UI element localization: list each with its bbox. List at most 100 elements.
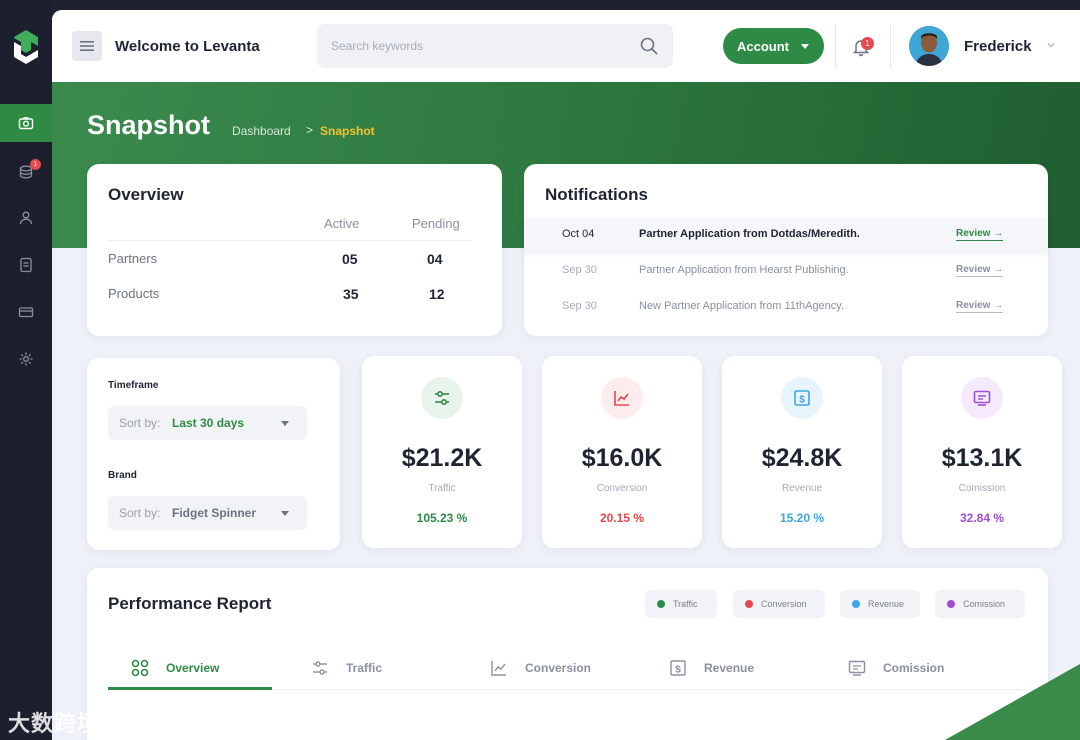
chart-line-icon bbox=[614, 391, 629, 406]
sidebar-badge: 1 bbox=[30, 159, 41, 170]
tab-overview[interactable]: Overview bbox=[131, 648, 219, 688]
brand-select[interactable]: Sort by: Fidget Spinner bbox=[108, 496, 307, 530]
caret-down-icon bbox=[281, 511, 289, 516]
notification-row[interactable]: Sep 30 Partner Application from Hearst P… bbox=[524, 254, 1048, 288]
legend-label: Comission bbox=[963, 599, 1006, 609]
document-icon bbox=[20, 257, 32, 273]
tab-label: Traffic bbox=[346, 661, 383, 675]
review-link[interactable]: Review → bbox=[956, 300, 1004, 313]
breadcrumb-current: Snapshot bbox=[320, 124, 375, 138]
breadcrumb-separator: > bbox=[306, 123, 314, 137]
stat-icon-wrap bbox=[961, 377, 1003, 419]
search-icon[interactable] bbox=[639, 36, 659, 56]
notification-text: Partner Application from Dotdas/Meredith… bbox=[639, 228, 860, 240]
stat-percent: 15.20 % bbox=[779, 511, 825, 525]
review-label: Review bbox=[956, 228, 991, 239]
stat-percent: 20.15 % bbox=[599, 511, 645, 525]
notification-date: Sep 30 bbox=[562, 300, 597, 312]
legend-dot bbox=[657, 600, 665, 608]
sidebar: 1 bbox=[0, 0, 52, 740]
tab-traffic[interactable]: Traffic bbox=[311, 648, 382, 688]
column-header-active: Active bbox=[324, 216, 360, 231]
timeframe-value: Last 30 days bbox=[172, 416, 245, 430]
performance-title: Performance Report bbox=[108, 594, 272, 613]
notification-date: Sep 30 bbox=[562, 264, 597, 276]
arrow-right-icon: → bbox=[993, 264, 1004, 275]
overview-pending-value: 12 bbox=[429, 286, 445, 302]
sidebar-item-settings[interactable] bbox=[0, 340, 52, 378]
stat-value: $13.1K bbox=[941, 444, 1023, 472]
monitor-icon bbox=[973, 390, 991, 406]
overview-title: Overview bbox=[108, 185, 184, 204]
caret-down-icon bbox=[281, 421, 289, 426]
levanta-logo[interactable] bbox=[14, 30, 38, 64]
tab-label: Comission bbox=[883, 661, 945, 675]
sidebar-item-snapshot[interactable] bbox=[0, 104, 52, 142]
menu-button[interactable] bbox=[72, 31, 102, 61]
legend-item-conversion[interactable]: Conversion bbox=[733, 590, 825, 618]
search-bar[interactable] bbox=[317, 24, 673, 68]
legend-item-comission[interactable]: Comission bbox=[935, 590, 1025, 618]
legend-dot bbox=[745, 600, 753, 608]
decorative-corner bbox=[945, 664, 1080, 740]
legend-label: Revenue bbox=[868, 599, 905, 609]
breadcrumb-dashboard[interactable]: Dashboard bbox=[232, 124, 291, 138]
arrow-right-icon: → bbox=[993, 228, 1004, 239]
notification-row[interactable]: Sep 30 New Partner Application from 11th… bbox=[524, 290, 1048, 324]
filter-card: Timeframe Sort by: Last 30 days Brand So… bbox=[87, 358, 340, 550]
overview-active-value: 35 bbox=[343, 286, 359, 302]
account-button[interactable]: Account bbox=[723, 28, 824, 64]
overview-row-label: Partners bbox=[108, 251, 158, 266]
overview-active-value: 05 bbox=[342, 251, 358, 267]
welcome-title: Welcome to Levanta bbox=[115, 38, 260, 55]
legend-item-revenue[interactable]: Revenue bbox=[840, 590, 920, 618]
tab-revenue[interactable]: $ Revenue bbox=[669, 648, 754, 688]
notification-row[interactable]: Oct 04 Partner Application from Dotdas/M… bbox=[524, 218, 1048, 252]
user-name: Frederick bbox=[964, 38, 1032, 55]
review-label: Review bbox=[956, 300, 991, 311]
divider bbox=[835, 24, 836, 68]
legend-item-traffic[interactable]: Traffic bbox=[645, 590, 717, 618]
stat-value: $16.0K bbox=[581, 444, 663, 472]
sidebar-item-products[interactable]: 1 bbox=[0, 153, 52, 191]
chart-line-icon bbox=[491, 661, 506, 676]
sidebar-item-reports[interactable] bbox=[0, 246, 52, 284]
stat-card-comission[interactable]: $13.1K Comission 32.84 % bbox=[902, 356, 1062, 548]
avatar[interactable] bbox=[909, 26, 949, 66]
tab-conversion[interactable]: Conversion bbox=[490, 648, 591, 688]
stat-value: $24.8K bbox=[761, 444, 843, 472]
timeframe-select[interactable]: Sort by: Last 30 days bbox=[108, 406, 307, 440]
notification-date: Oct 04 bbox=[562, 228, 595, 240]
search-input[interactable] bbox=[331, 36, 621, 56]
dollar-icon: $ bbox=[794, 390, 810, 406]
performance-report-card: Performance Report Traffic Conversion Re… bbox=[87, 568, 1048, 740]
monitor-icon bbox=[848, 660, 866, 676]
stat-icon-wrap bbox=[421, 377, 463, 419]
card-icon bbox=[18, 307, 34, 318]
brand-label: Brand bbox=[108, 470, 137, 481]
stat-card-revenue[interactable]: $ $24.8K Revenue 15.20 % bbox=[722, 356, 882, 548]
user-avatar-image bbox=[909, 26, 949, 66]
column-header-pending: Pending bbox=[412, 216, 460, 231]
review-link[interactable]: Review → bbox=[956, 228, 1004, 241]
sidebar-item-payments[interactable] bbox=[0, 293, 52, 331]
sliders-icon bbox=[435, 390, 449, 406]
divider bbox=[890, 24, 891, 68]
legend-dot bbox=[947, 600, 955, 608]
users-icon bbox=[19, 211, 33, 225]
timeframe-label: Timeframe bbox=[108, 380, 159, 391]
tab-label: Conversion bbox=[525, 661, 592, 675]
caret-down-icon bbox=[801, 43, 809, 49]
sort-by-label: Sort by: bbox=[119, 416, 161, 430]
chevron-down-icon[interactable] bbox=[1045, 39, 1057, 51]
notification-text: New Partner Application from 11thAgency. bbox=[639, 300, 845, 312]
watermark: 大数跨境 bbox=[8, 712, 101, 737]
svg-text:$: $ bbox=[799, 395, 805, 406]
sidebar-item-partners[interactable] bbox=[0, 199, 52, 237]
stat-card-conversion[interactable]: $16.0K Conversion 20.15 % bbox=[542, 356, 702, 548]
tab-comission[interactable]: Comission bbox=[848, 648, 944, 688]
stat-card-traffic[interactable]: $21.2K Traffic 105.23 % bbox=[362, 356, 522, 548]
brand-value: Fidget Spinner bbox=[172, 506, 256, 520]
review-link[interactable]: Review → bbox=[956, 264, 1004, 277]
notifications-card: Notifications Oct 04 Partner Application… bbox=[524, 164, 1048, 336]
